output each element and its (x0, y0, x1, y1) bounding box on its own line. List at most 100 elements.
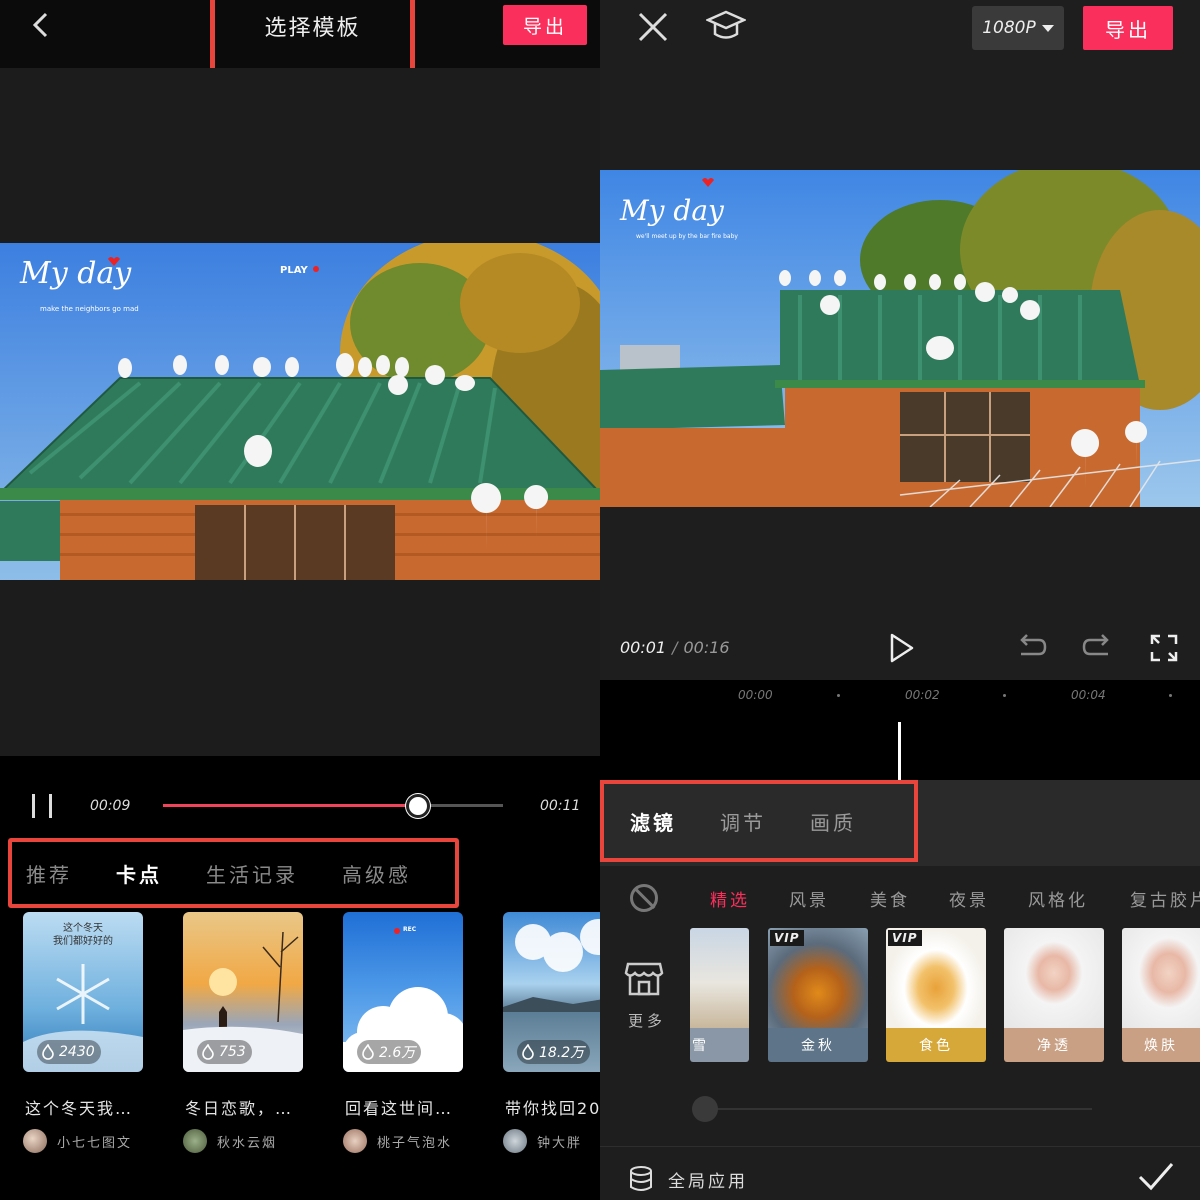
checkmark-icon[interactable] (1136, 1159, 1176, 1193)
filter-cat-featured[interactable]: 精选 (710, 886, 750, 911)
editor-tab-bar: 滤镜 调节 画质 (600, 780, 1200, 866)
timeline-dot (1003, 694, 1006, 697)
resolution-dropdown[interactable]: 1080P (972, 6, 1064, 50)
more-label: 更多 (628, 1012, 667, 1030)
current-time: 00:09 (90, 798, 131, 814)
apply-all-label: 全局应用 (668, 1171, 748, 1192)
graduation-cap-icon[interactable] (706, 8, 746, 44)
filter-cat-landscape[interactable]: 风景 (789, 886, 829, 911)
filter-cat-stylized[interactable]: 风格化 (1028, 886, 1088, 911)
filter-intensity-slider[interactable] (692, 1096, 1092, 1122)
play-icon[interactable] (883, 630, 919, 666)
fullscreen-icon[interactable] (1146, 630, 1182, 666)
undo-icon[interactable] (1013, 630, 1049, 666)
template-title[interactable]: 回看这世间… (345, 1095, 485, 1119)
filter-preview (690, 928, 749, 1028)
filter-card-golden-autumn[interactable]: VIP 金秋 (768, 928, 868, 1062)
author-name: 秋水云烟 (217, 1135, 278, 1151)
usage-count-value: 2430 (59, 1044, 95, 1060)
svg-text:My day: My day (619, 194, 725, 227)
back-chevron-icon[interactable] (26, 10, 56, 40)
resolution-value: 1080P (982, 18, 1036, 38)
tab-filter[interactable]: 滤镜 (630, 807, 676, 836)
no-filter-icon[interactable] (630, 884, 658, 912)
apply-to-all-button[interactable]: 全局应用 (628, 1165, 748, 1193)
template-title[interactable]: 这个冬天我… (25, 1095, 165, 1119)
flame-icon (522, 1044, 534, 1060)
filter-preview (1122, 928, 1200, 1028)
store-icon (624, 962, 664, 996)
filter-cat-food[interactable]: 美食 (870, 886, 910, 911)
timeline-dot (837, 694, 840, 697)
filter-cat-night[interactable]: 夜景 (949, 886, 989, 911)
template-category-tabs: 推荐 卡点 生活记录 高级感 (8, 838, 459, 908)
usage-count-value: 2.6万 (379, 1045, 416, 1061)
tab-adjust[interactable]: 调节 (720, 807, 766, 836)
filter-label: 金秋 (768, 1028, 868, 1062)
timeline[interactable]: 00:00 00:02 00:04 (600, 680, 1200, 782)
filter-panel: 精选 风景 美食 夜景 风格化 复古胶片 更多 雪 VIP (600, 866, 1200, 1200)
tab-recommend[interactable]: 推荐 (26, 859, 72, 888)
author-name: 小七七图文 (57, 1135, 133, 1151)
template-author[interactable]: 桃子气泡水 (343, 1129, 453, 1153)
close-icon[interactable] (636, 10, 670, 44)
export-button[interactable]: 导出 (503, 5, 587, 45)
usage-count: 2.6万 (357, 1040, 422, 1064)
filter-label: 食色 (886, 1028, 986, 1062)
svg-text:make the neighbors go mad: make the neighbors go mad (40, 305, 139, 313)
template-thumbnail[interactable]: 这个冬天 我们都好好的 2430 (23, 912, 143, 1072)
timeline-tick: 00:04 (1071, 688, 1106, 702)
total-time: 00:16 (683, 638, 730, 657)
flame-icon (362, 1044, 374, 1060)
total-time: 00:11 (540, 798, 581, 814)
thumbnail-caption: 这个冬天 我们都好好的 (53, 923, 113, 947)
filter-card-snow[interactable]: 雪 (690, 928, 749, 1062)
redo-icon[interactable] (1080, 630, 1116, 666)
page-title: 选择模板 (210, 0, 415, 74)
progress-knob[interactable] (406, 794, 430, 818)
slider-knob[interactable] (692, 1096, 718, 1122)
template-title[interactable]: 冬日恋歌，… (185, 1095, 325, 1119)
editor-tabs: 滤镜 调节 画质 (600, 780, 918, 862)
vip-badge: VIP (770, 930, 804, 946)
template-author[interactable]: 钟大胖 (503, 1129, 583, 1153)
tab-premium[interactable]: 高级感 (342, 859, 411, 888)
template-thumbnail[interactable]: 18.2万 (503, 912, 600, 1072)
usage-count: 2430 (37, 1040, 101, 1064)
timeline-tick: 00:00 (738, 688, 773, 702)
filter-label: 净透 (1004, 1028, 1104, 1062)
filter-preview (1004, 928, 1104, 1028)
filter-card-glow-skin[interactable]: 焕肤 (1122, 928, 1200, 1062)
filter-card-clear[interactable]: 净透 (1004, 928, 1104, 1062)
svg-text:PLAY: PLAY (280, 265, 308, 276)
filter-cat-vintage[interactable]: 复古胶片 (1130, 886, 1200, 911)
author-name: 桃子气泡水 (377, 1135, 453, 1151)
current-time: 00:01 (620, 638, 667, 657)
filter-card-food-color[interactable]: VIP 食色 (886, 928, 986, 1062)
filter-editor-screen: 1080P 导出 My day we'll meet up by the bar… (600, 0, 1200, 1200)
avatar (183, 1129, 207, 1153)
bottom-bar: 全局应用 (600, 1146, 1200, 1200)
template-thumbnail[interactable]: 753 (183, 912, 303, 1072)
video-preview[interactable]: My day we'll meet up by the bar fire bab… (600, 170, 1200, 507)
tab-quality[interactable]: 画质 (810, 807, 856, 836)
author-name: 钟大胖 (537, 1135, 583, 1151)
template-author[interactable]: 秋水云烟 (183, 1129, 278, 1153)
vip-badge: VIP (888, 930, 922, 946)
template-title[interactable]: 带你找回20 (505, 1095, 600, 1119)
tab-life-record[interactable]: 生活记录 (206, 859, 298, 888)
svg-text:we'll meet up by the bar fire: we'll meet up by the bar fire baby (636, 233, 738, 240)
filter-store-button[interactable]: 更多 (624, 958, 668, 1038)
template-author[interactable]: 小七七图文 (23, 1129, 133, 1153)
playhead[interactable] (898, 722, 901, 782)
flame-icon (202, 1044, 214, 1060)
template-thumbnail[interactable]: REC 2.6万 (343, 912, 463, 1072)
pause-icon[interactable] (30, 794, 54, 818)
export-button[interactable]: 导出 (1083, 6, 1173, 50)
timeline-tick: 00:02 (905, 688, 940, 702)
tab-beat-sync[interactable]: 卡点 (116, 859, 162, 888)
video-preview[interactable]: My day make the neighbors go mad PLAY (0, 243, 600, 580)
progress-fill (163, 804, 418, 807)
template-select-screen: 选择模板 导出 My day make the neighbors go mad… (0, 0, 600, 1200)
progress-slider[interactable] (163, 794, 503, 818)
